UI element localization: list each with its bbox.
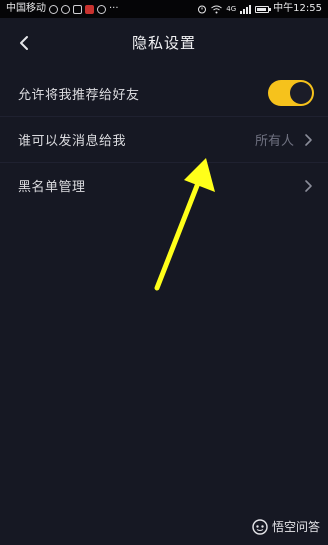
- setting-who-can-message[interactable]: 谁可以发消息给我 所有人: [0, 116, 328, 162]
- setting-label: 允许将我推荐给好友: [18, 87, 140, 103]
- signal-icon: [240, 4, 252, 14]
- wifi-icon: [211, 5, 223, 13]
- more-notifications: ···: [109, 3, 119, 14]
- status-right: 4G 中午12:55: [197, 0, 322, 18]
- status-left: 中国移动 ···: [6, 0, 119, 18]
- status-time: 中午12:55: [273, 3, 322, 14]
- screen: 中国移动 ··· 4G 中午12:55 隐私设置 允许将我推荐给好友 谁可以发消…: [0, 0, 328, 545]
- status-bar: 中国移动 ··· 4G 中午12:55: [0, 0, 328, 18]
- notification-icon: [49, 4, 58, 14]
- chevron-right-icon: [302, 132, 314, 148]
- wukong-logo-icon: [252, 518, 268, 535]
- watermark: 悟空问答: [252, 518, 320, 535]
- notification-icon: [73, 4, 82, 14]
- toggle-knob: [290, 82, 312, 104]
- network-type: 4G: [226, 5, 237, 13]
- setting-value: 所有人: [254, 134, 294, 149]
- alarm-icon: [198, 5, 207, 14]
- page-title: 隐私设置: [131, 34, 196, 52]
- carrier-name: 中国移动: [6, 3, 46, 14]
- battery-icon: [255, 5, 272, 13]
- recommend-toggle[interactable]: [268, 80, 314, 106]
- notification-icon: [61, 4, 70, 14]
- setting-blacklist[interactable]: 黑名单管理: [0, 162, 328, 208]
- chevron-right-icon: [302, 178, 314, 194]
- setting-recommend-to-friends[interactable]: 允许将我推荐给好友: [0, 70, 328, 116]
- watermark-text: 悟空问答: [271, 520, 320, 534]
- notification-icon: [97, 4, 106, 14]
- setting-label: 黑名单管理: [18, 180, 86, 195]
- nav-header: 隐私设置: [0, 18, 328, 68]
- notification-icon: [85, 4, 94, 14]
- settings-list: 允许将我推荐给好友 谁可以发消息给我 所有人 黑名单管理: [0, 70, 328, 208]
- setting-label: 谁可以发消息给我: [18, 134, 127, 149]
